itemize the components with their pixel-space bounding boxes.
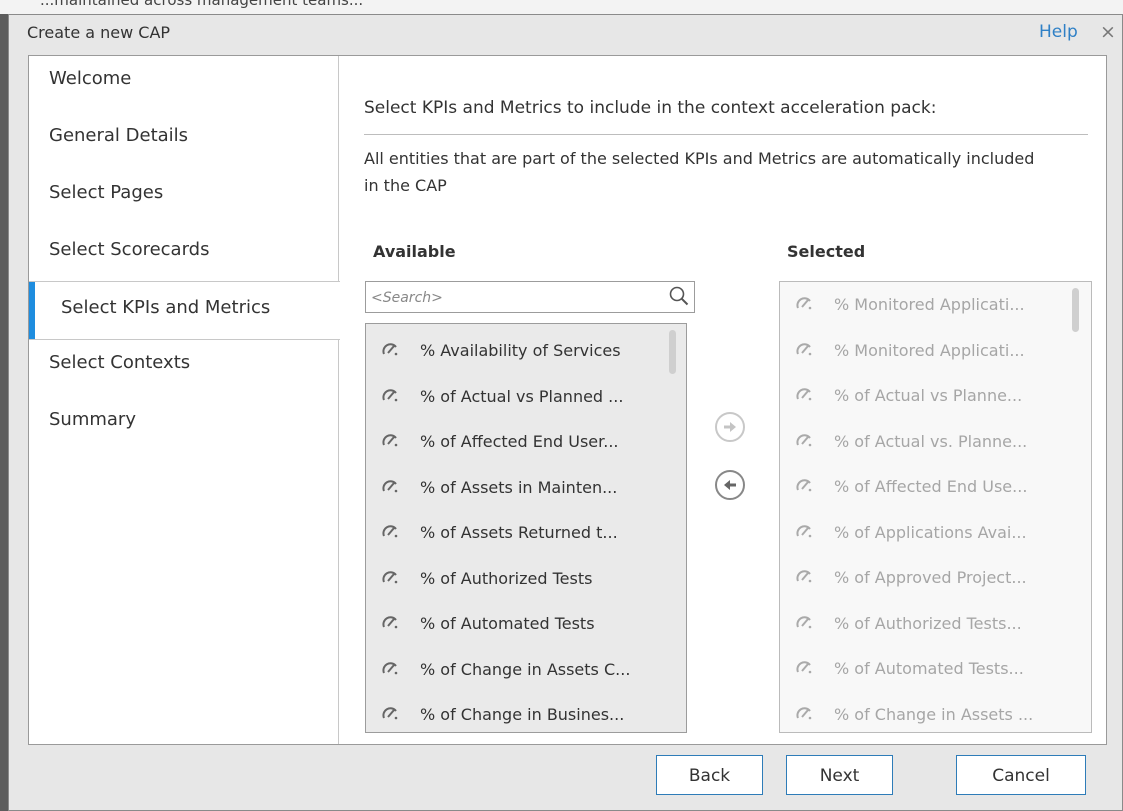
kpi-list-item[interactable]: % of Affected End Use... [780, 470, 1070, 504]
kpi-gauge-icon [382, 388, 398, 401]
selected-scrollbar[interactable] [1072, 288, 1079, 332]
kpi-gauge-icon [382, 570, 398, 583]
page-heading: Select KPIs and Metrics to include in th… [364, 98, 937, 118]
dialog-title: Create a new CAP [27, 23, 171, 42]
kpi-list-item[interactable]: % of Actual vs. Planne... [780, 425, 1070, 459]
kpi-list-item[interactable]: % of Authorized Tests... [780, 607, 1070, 641]
create-cap-dialog: Create a new CAP Help × Welcome General … [8, 14, 1123, 811]
kpi-item-label: % of Actual vs. Planne... [834, 431, 1028, 451]
kpi-item-label: % of Actual vs Planned ... [420, 386, 624, 406]
kpi-item-label: % of Actual vs Planne... [834, 386, 1023, 405]
cancel-button[interactable]: Cancel [956, 755, 1086, 795]
background-window-strip: ...maintained across management teams... [0, 0, 1123, 14]
kpi-list-item[interactable]: % of Automated Tests [366, 607, 656, 641]
kpi-gauge-icon [382, 661, 398, 674]
kpi-item-label: % Availability of Services [420, 341, 621, 360]
dialog-titlebar: Create a new CAP Help × [9, 15, 1122, 51]
kpi-item-label: % of Approved Project... [834, 568, 1027, 587]
kpi-gauge-icon [382, 434, 398, 447]
step-label: General Details [49, 125, 189, 146]
kpi-list-item[interactable]: % of Actual vs Planne... [780, 379, 1070, 413]
search-box [365, 281, 695, 313]
kpi-item-label: % of Affected End Use... [834, 477, 1028, 496]
kpi-gauge-icon [796, 524, 812, 537]
kpi-gauge-icon [796, 661, 812, 674]
kpi-list-item[interactable]: % of Affected End User... [366, 425, 656, 459]
kpi-gauge-icon [796, 706, 812, 719]
kpi-list-item[interactable]: % of Automated Tests... [780, 652, 1070, 686]
kpi-item-label: % of Change in Assets ... [834, 704, 1034, 724]
remove-button[interactable] [715, 470, 745, 500]
kpi-list-item[interactable]: % of Applications Avai... [780, 516, 1070, 550]
kpi-item-label: % Monitored Applicati... [834, 340, 1025, 360]
kpi-list-item[interactable]: % of Change in Busines... [366, 698, 656, 732]
back-button[interactable]: Back [656, 755, 763, 795]
kpi-gauge-icon [796, 342, 812, 355]
step-label: Select Pages [49, 182, 164, 203]
step-summary[interactable]: Summary [29, 397, 338, 454]
kpi-gauge-icon [382, 616, 398, 629]
help-link[interactable]: Help [1039, 22, 1078, 42]
kpi-list-item[interactable]: % of Authorized Tests [366, 562, 656, 596]
kpi-gauge-icon [382, 343, 398, 356]
step-label: Select Contexts [49, 352, 191, 373]
step-general-details[interactable]: General Details [29, 113, 338, 170]
kpi-gauge-icon [796, 570, 812, 583]
page-description: All entities that are part of the select… [364, 149, 1035, 195]
kpi-gauge-icon [796, 433, 812, 446]
step-label: Summary [49, 409, 136, 430]
kpi-item-label: % of Assets Returned t... [420, 523, 618, 542]
kpi-item-label: % of Assets in Mainten... [420, 477, 618, 497]
step-label: Select Scorecards [49, 239, 210, 260]
kpi-gauge-icon [382, 707, 398, 720]
kpi-gauge-icon [382, 479, 398, 492]
kpi-item-label: % of Applications Avai... [834, 522, 1027, 542]
divider [364, 134, 1088, 135]
selected-list[interactable]: % Monitored Applicati... % Monitored Appl… [779, 281, 1092, 733]
background-text: ...maintained across management teams... [40, 0, 364, 9]
kpi-item-label: % of Authorized Tests... [834, 613, 1022, 633]
kpi-gauge-icon [796, 615, 812, 628]
step-label: Select KPIs and Metrics [61, 297, 271, 318]
available-label: Available [373, 242, 456, 261]
kpi-gauge-icon [382, 525, 398, 538]
close-icon[interactable]: × [1100, 21, 1116, 43]
available-list[interactable]: % Availability of Services % of Actual vs… [365, 323, 687, 733]
search-input[interactable] [369, 286, 663, 310]
kpi-list-item[interactable]: % of Change in Assets ... [780, 698, 1070, 732]
kpi-gauge-icon [796, 388, 812, 401]
step-select-pages[interactable]: Select Pages [29, 170, 338, 227]
next-button[interactable]: Next [786, 755, 893, 795]
kpi-item-label: % of Automated Tests... [834, 659, 1024, 678]
kpi-list-item[interactable]: % Monitored Applicati... [780, 334, 1070, 368]
kpi-list-item[interactable]: % Monitored Applicati... [780, 288, 1070, 322]
add-button[interactable] [715, 412, 745, 442]
available-scrollbar[interactable] [669, 330, 676, 374]
kpi-gauge-icon [796, 297, 812, 310]
step-select-kpis-and-metrics[interactable]: Select KPIs and Metrics [29, 281, 340, 340]
search-icon[interactable] [668, 285, 690, 307]
step-label: Welcome [49, 68, 132, 89]
kpi-gauge-icon [796, 479, 812, 492]
kpi-item-label: % of Automated Tests [420, 614, 595, 633]
wizard-content: Welcome General Details Select Pages Sel… [28, 55, 1107, 745]
step-welcome[interactable]: Welcome [29, 56, 338, 113]
kpi-list-item[interactable]: % of Change in Assets C... [366, 653, 656, 687]
wizard-steps-nav: Welcome General Details Select Pages Sel… [29, 56, 340, 744]
kpi-list-item[interactable]: % of Approved Project... [780, 561, 1070, 595]
kpi-list-item[interactable]: % of Assets Returned t... [366, 516, 656, 550]
kpi-item-label: % of Change in Busines... [420, 705, 625, 724]
step-select-contexts[interactable]: Select Contexts [29, 340, 338, 397]
arrow-right-icon [724, 422, 736, 432]
arrow-left-icon [724, 480, 736, 490]
step-select-scorecards[interactable]: Select Scorecards [29, 227, 338, 284]
kpi-item-label: % Monitored Applicati... [834, 295, 1025, 314]
kpi-item-label: % of Change in Assets C... [420, 659, 631, 679]
selected-label: Selected [787, 242, 866, 261]
kpi-item-label: % of Authorized Tests [420, 568, 593, 588]
kpi-list-item[interactable]: % of Assets in Mainten... [366, 471, 656, 505]
kpi-item-label: % of Affected End User... [420, 432, 619, 451]
kpi-list-item[interactable]: % Availability of Services [366, 334, 656, 368]
kpi-list-item[interactable]: % of Actual vs Planned ... [366, 380, 656, 414]
